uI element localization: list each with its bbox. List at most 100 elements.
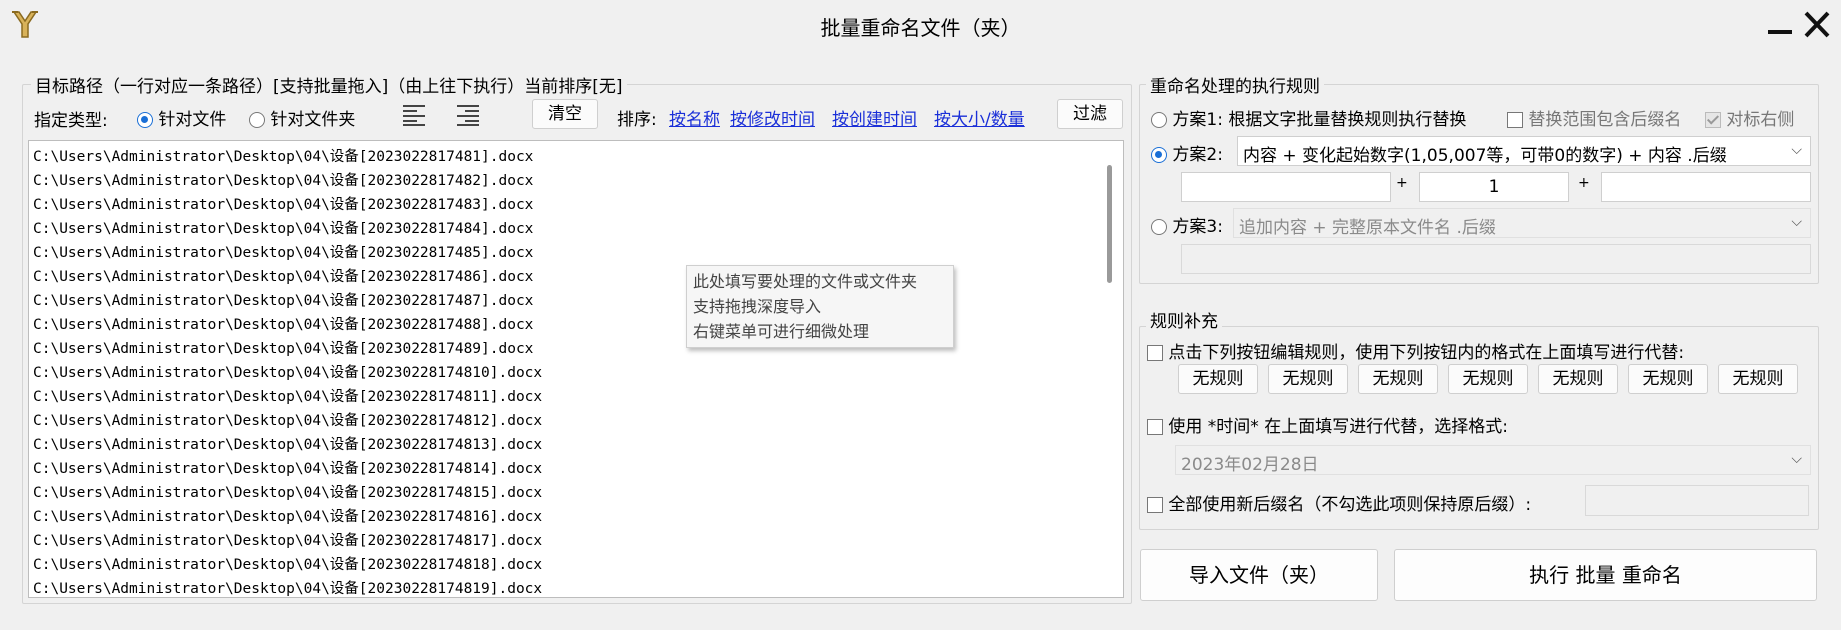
scheme3-radio[interactable]: 方案3: xyxy=(1151,212,1223,237)
sort-by-created-link[interactable]: 按创建时间 xyxy=(832,105,917,130)
path-line[interactable]: C:\Users\Administrator\Desktop\04\设备[202… xyxy=(33,313,542,337)
scheme2-select[interactable]: 内容 + 变化起始数字(1,05,007等，可带0的数字) + 内容 .后缀 ⌵ xyxy=(1237,136,1811,166)
align-right-check[interactable] xyxy=(1705,112,1721,128)
align-left-icon[interactable] xyxy=(403,104,427,126)
include-ext-label: 替换范围包含后缀名 xyxy=(1528,110,1682,130)
path-line[interactable]: C:\Users\Administrator\Desktop\04\设备[202… xyxy=(33,289,542,313)
plus-sign: + xyxy=(1578,175,1590,191)
path-line[interactable]: C:\Users\Administrator\Desktop\04\设备[202… xyxy=(33,361,542,385)
path-line[interactable]: C:\Users\Administrator\Desktop\04\设备[202… xyxy=(33,433,542,457)
paths-tooltip: 此处填写要处理的文件或文件夹 支持拖拽深度导入 右键菜单可进行细微处理 xyxy=(686,265,954,348)
scheme2-start-number-input[interactable]: 1 xyxy=(1419,172,1569,202)
use-time-check[interactable] xyxy=(1147,419,1163,435)
rule-button-1[interactable]: 无规则 xyxy=(1178,364,1258,394)
type-folder-radio[interactable]: 针对文件夹 xyxy=(249,105,355,130)
type-folder-label: 针对文件夹 xyxy=(270,110,356,130)
target-paths-legend: 目标路径（一行对应一条路径）[支持批量拖入]（由上往下执行）当前排序[无] xyxy=(31,72,627,97)
sort-by-size-link[interactable]: 按大小/数量 xyxy=(934,105,1025,130)
minimize-icon xyxy=(1768,30,1792,34)
path-line[interactable]: C:\Users\Administrator\Desktop\04\设备[202… xyxy=(33,241,542,265)
time-format-value: 2023年02月28日 xyxy=(1181,455,1319,475)
align-right-label: 对标右侧 xyxy=(1726,110,1795,130)
clear-button[interactable]: 清空 xyxy=(532,99,598,129)
scheme1-align-right-checkbox[interactable]: 对标右侧 xyxy=(1705,105,1794,130)
sort-by-modified-link[interactable]: 按修改时间 xyxy=(730,105,815,130)
paths-scrollbar[interactable] xyxy=(1107,165,1112,283)
path-line[interactable]: C:\Users\Administrator\Desktop\04\设备[202… xyxy=(33,553,542,577)
scheme3-radio-dot[interactable] xyxy=(1151,219,1167,235)
chevron-down-icon: ⌵ xyxy=(1791,451,1802,467)
rule-button-4[interactable]: 无规则 xyxy=(1448,364,1528,394)
rule-button-7[interactable]: 无规则 xyxy=(1718,364,1798,394)
type-file-radio-dot[interactable] xyxy=(137,112,153,128)
edit-rules-check[interactable] xyxy=(1147,345,1163,361)
scheme1-radio[interactable]: 方案1: 根据文字批量替换规则执行替换 xyxy=(1151,105,1466,130)
sort-label: 排序: xyxy=(617,110,657,130)
rule-button-2[interactable]: 无规则 xyxy=(1268,364,1348,394)
use-time-checkbox[interactable]: 使用 *时间* 在上面填写进行代替，选择格式: xyxy=(1147,412,1508,437)
rule-button-6[interactable]: 无规则 xyxy=(1628,364,1708,394)
path-line[interactable]: C:\Users\Administrator\Desktop\04\设备[202… xyxy=(33,169,542,193)
paths-list: C:\Users\Administrator\Desktop\04\设备[202… xyxy=(33,145,542,597)
use-time-label: 使用 *时间* 在上面填写进行代替，选择格式: xyxy=(1168,417,1508,437)
tooltip-line: 支持拖拽深度导入 xyxy=(693,297,822,316)
scheme2-select-value: 内容 + 变化起始数字(1,05,007等，可带0的数字) + 内容 .后缀 xyxy=(1243,146,1727,166)
scheme3-select[interactable]: 追加内容 + 完整原本文件名 .后缀 ⌵ xyxy=(1233,208,1811,238)
include-ext-check[interactable] xyxy=(1507,112,1523,128)
scheme3-select-value: 追加内容 + 完整原本文件名 .后缀 xyxy=(1239,218,1496,238)
scheme2-radio[interactable]: 方案2: xyxy=(1151,140,1223,165)
chevron-down-icon: ⌵ xyxy=(1791,214,1802,230)
scheme2-radio-dot[interactable] xyxy=(1151,147,1167,163)
plus-sign: + xyxy=(1396,175,1408,191)
supplement-legend: 规则补充 xyxy=(1146,307,1222,332)
window-title: 批量重命名文件（夹） xyxy=(820,16,1021,40)
type-label: 指定类型: xyxy=(34,111,108,131)
path-line[interactable]: C:\Users\Administrator\Desktop\04\设备[202… xyxy=(33,145,542,169)
scheme2-prefix-input[interactable] xyxy=(1181,172,1391,202)
filter-button[interactable]: 过滤 xyxy=(1057,99,1123,129)
new-ext-input[interactable] xyxy=(1585,485,1809,516)
minimize-button[interactable] xyxy=(1765,8,1795,42)
scheme1-include-ext-checkbox[interactable]: 替换范围包含后缀名 xyxy=(1507,105,1681,130)
scheme1-label: 方案1: 根据文字批量替换规则执行替换 xyxy=(1172,110,1467,130)
path-line[interactable]: C:\Users\Administrator\Desktop\04\设备[202… xyxy=(33,265,542,289)
new-ext-label: 全部使用新后缀名（不勾选此项则保持原后缀）: xyxy=(1168,495,1532,515)
align-right-icon[interactable] xyxy=(457,104,481,126)
sort-by-name-link[interactable]: 按名称 xyxy=(669,105,720,130)
path-line[interactable]: C:\Users\Administrator\Desktop\04\设备[202… xyxy=(33,409,542,433)
rule-button-5[interactable]: 无规则 xyxy=(1538,364,1618,394)
rules-legend: 重命名处理的执行规则 xyxy=(1146,72,1324,97)
new-ext-check[interactable] xyxy=(1147,497,1163,513)
path-line[interactable]: C:\Users\Administrator\Desktop\04\设备[202… xyxy=(33,385,542,409)
path-line[interactable]: C:\Users\Administrator\Desktop\04\设备[202… xyxy=(33,217,542,241)
paths-textarea[interactable]: C:\Users\Administrator\Desktop\04\设备[202… xyxy=(28,140,1124,598)
type-folder-radio-dot[interactable] xyxy=(249,112,265,128)
path-line[interactable]: C:\Users\Administrator\Desktop\04\设备[202… xyxy=(33,505,542,529)
path-line[interactable]: C:\Users\Administrator\Desktop\04\设备[202… xyxy=(33,457,542,481)
execute-rename-button[interactable]: 执行 批量 重命名 xyxy=(1394,549,1817,601)
tooltip-line: 此处填写要处理的文件或文件夹 xyxy=(693,272,918,291)
path-line[interactable]: C:\Users\Administrator\Desktop\04\设备[202… xyxy=(33,481,542,505)
chevron-down-icon: ⌵ xyxy=(1791,142,1802,158)
tooltip-line: 右键菜单可进行细微处理 xyxy=(693,322,870,341)
close-icon xyxy=(1804,11,1830,38)
scheme1-radio-dot[interactable] xyxy=(1151,112,1167,128)
title-bar: 批量重命名文件（夹） xyxy=(0,0,1841,52)
scheme2-suffix-input[interactable] xyxy=(1601,172,1811,202)
import-files-button[interactable]: 导入文件（夹） xyxy=(1140,549,1378,601)
time-format-select[interactable]: 2023年02月28日 ⌵ xyxy=(1175,445,1811,475)
rule-button-3[interactable]: 无规则 xyxy=(1358,364,1438,394)
scheme3-label: 方案3: xyxy=(1172,217,1223,237)
close-button[interactable] xyxy=(1800,8,1834,42)
edit-rules-checkbox[interactable]: 点击下列按钮编辑规则，使用下列按钮内的格式在上面填写进行代替: xyxy=(1147,338,1684,363)
path-line[interactable]: C:\Users\Administrator\Desktop\04\设备[202… xyxy=(33,529,542,553)
path-line[interactable]: C:\Users\Administrator\Desktop\04\设备[202… xyxy=(33,337,542,361)
scheme3-input[interactable] xyxy=(1181,244,1811,274)
type-file-label: 针对文件 xyxy=(158,110,227,130)
edit-rules-label: 点击下列按钮编辑规则，使用下列按钮内的格式在上面填写进行代替: xyxy=(1168,343,1685,363)
new-ext-checkbox[interactable]: 全部使用新后缀名（不勾选此项则保持原后缀）: xyxy=(1147,490,1531,515)
path-line[interactable]: C:\Users\Administrator\Desktop\04\设备[202… xyxy=(33,577,542,597)
scheme2-label: 方案2: xyxy=(1172,145,1223,165)
path-line[interactable]: C:\Users\Administrator\Desktop\04\设备[202… xyxy=(33,193,542,217)
type-file-radio[interactable]: 针对文件 xyxy=(137,105,226,130)
